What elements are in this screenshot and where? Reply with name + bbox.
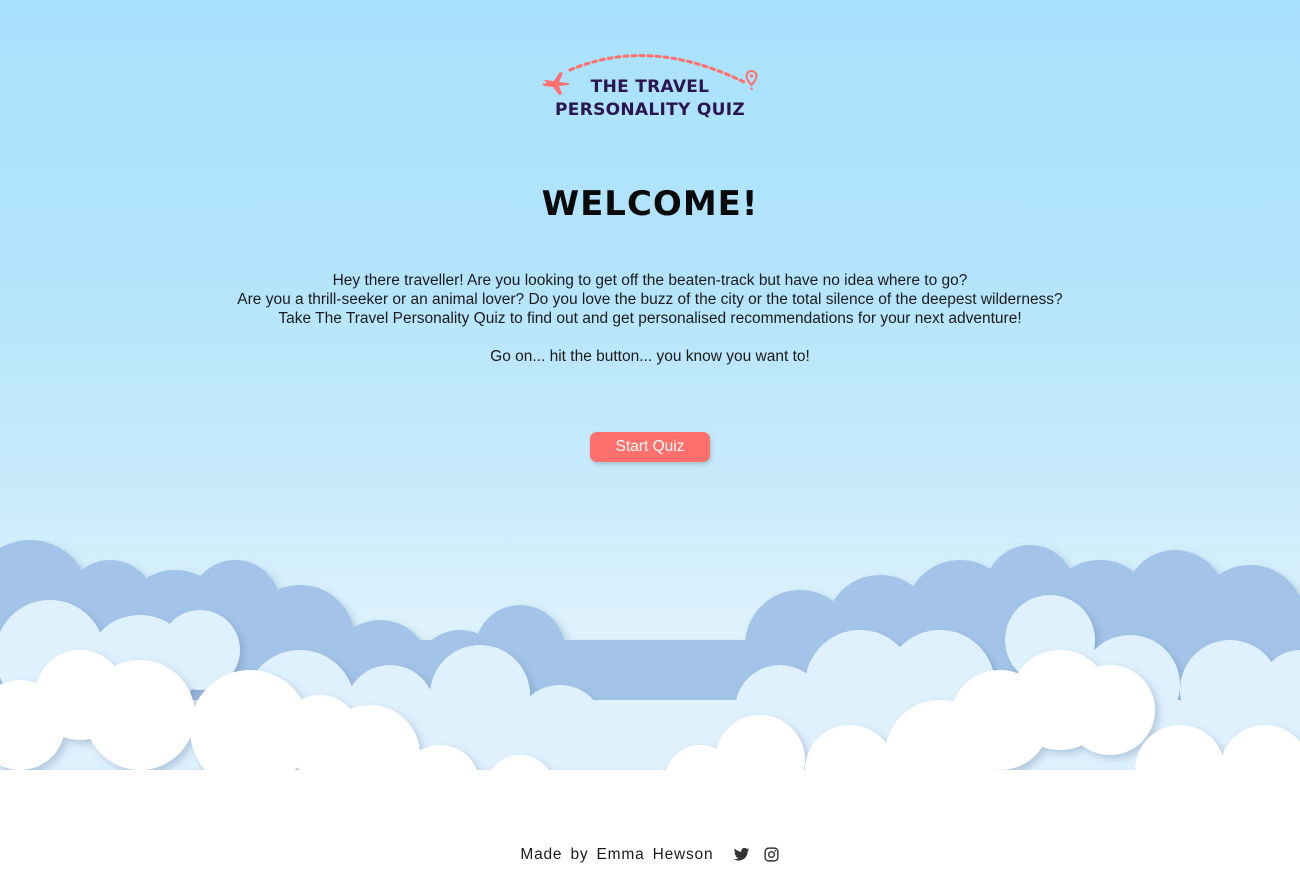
instagram-icon[interactable] bbox=[763, 846, 780, 863]
site-logo[interactable]: THE TRAVEL PERSONALITY QUIZ bbox=[540, 48, 760, 123]
logo-title-line-2: PERSONALITY QUIZ bbox=[555, 100, 745, 120]
intro-line-1: Hey there traveller! Are you looking to … bbox=[332, 272, 968, 289]
logo-title: THE TRAVEL PERSONALITY QUIZ bbox=[540, 76, 760, 122]
logo-title-line-1: THE TRAVEL bbox=[590, 77, 710, 97]
footer: Made by Emma Hewson bbox=[0, 846, 1300, 864]
footer-credit: Made by Emma Hewson bbox=[520, 846, 714, 864]
clouds-illustration bbox=[0, 540, 1300, 840]
intro-line-3: Take The Travel Personality Quiz to find… bbox=[278, 310, 1022, 327]
intro-line-2: Are you a thrill-seeker or an animal lov… bbox=[237, 291, 1063, 308]
intro-text: Hey there traveller! Are you looking to … bbox=[0, 271, 1300, 366]
welcome-heading: WELCOME! bbox=[541, 184, 759, 224]
start-quiz-button[interactable]: Start Quiz bbox=[590, 432, 710, 462]
intro-line-4: Go on... hit the button... you know you … bbox=[490, 348, 810, 365]
twitter-icon[interactable] bbox=[733, 846, 750, 863]
social-links bbox=[728, 846, 780, 864]
